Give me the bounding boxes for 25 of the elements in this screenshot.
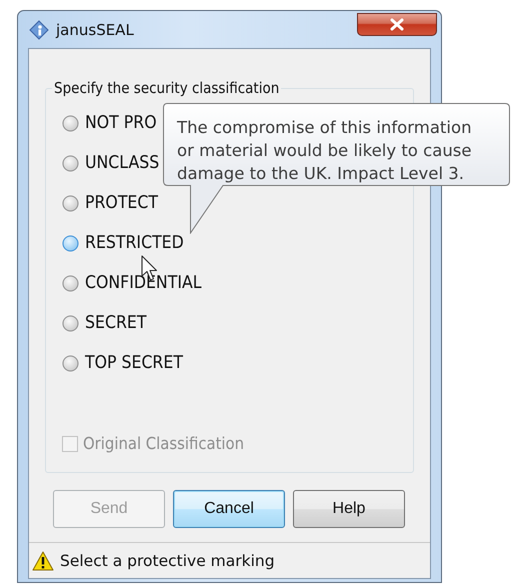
dialog-button[interactable]: Help: [293, 490, 405, 528]
radio-label: UNCLASS: [85, 153, 160, 173]
radio-label: SECRET: [85, 313, 146, 333]
radio-button[interactable]: [62, 274, 79, 292]
tooltip-text: The compromise of this information or material would be likely to cause damage to the UK. Impact Level 3.: [177, 117, 472, 185]
radio-button[interactable]: [62, 114, 79, 132]
group-label: Specify the security classification: [53, 79, 280, 97]
radio-label: PROTECT: [85, 193, 158, 213]
close-button[interactable]: [357, 13, 437, 36]
radio-label: RESTRICTED: [85, 233, 184, 253]
radio-button[interactable]: [62, 234, 79, 252]
radio-label: CONFIDENTIAL: [85, 273, 202, 293]
status-text: Select a protective marking: [60, 552, 275, 570]
radio-button[interactable]: [62, 154, 79, 172]
radio-button[interactable]: [62, 354, 79, 372]
radio-button[interactable]: [62, 194, 79, 212]
checkbox-label: Original Classification: [83, 434, 244, 453]
app-icon: [29, 20, 49, 40]
radio-label: TOP SECRET: [85, 353, 183, 373]
window-title: janusSEAL: [56, 20, 134, 38]
radio-button[interactable]: [62, 314, 79, 332]
dialog-button[interactable]: Cancel: [173, 490, 285, 528]
radio-label: NOT PRO: [85, 113, 157, 133]
close-icon: [389, 18, 405, 31]
warning-icon: [32, 550, 54, 570]
